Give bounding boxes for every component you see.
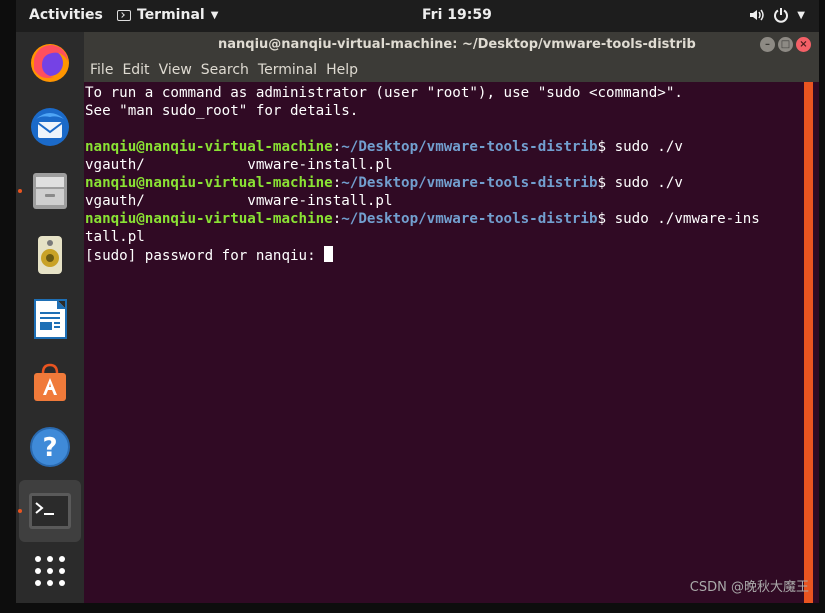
app-menu[interactable]: Terminal ▼ (117, 7, 218, 23)
prompt-command: $ sudo ./v (597, 175, 683, 191)
running-indicator (18, 189, 22, 193)
prompt-line: nanqiu@nanqiu-virtual-machine:~/Desktop/… (85, 174, 805, 192)
command-wrap-line: tall.pl (85, 229, 145, 245)
completion-line: vgauth/ vmware-install.pl (85, 157, 393, 173)
terminal-small-icon (117, 9, 131, 21)
dock-item-firefox[interactable] (26, 39, 74, 87)
volume-icon (750, 9, 765, 21)
dock: ? (16, 32, 84, 603)
system-menu[interactable]: ▼ (749, 7, 805, 23)
show-applications-icon (35, 556, 65, 586)
prompt-line: nanqiu@nanqiu-virtual-machine:~/Desktop/… (85, 210, 805, 228)
prompt-command: $ sudo ./vmware-ins (597, 211, 760, 227)
dock-item-terminal[interactable] (19, 480, 81, 542)
menu-bar: File Edit View Search Terminal Help (84, 58, 819, 82)
prompt-path: ~/Desktop/vmware-tools-distrib (341, 211, 598, 227)
menu-search[interactable]: Search (198, 62, 252, 78)
chevron-down-icon: ▼ (797, 9, 805, 21)
files-icon (33, 173, 67, 209)
dock-item-software[interactable] (26, 359, 74, 407)
prompt-separator: : (332, 175, 342, 191)
help-icon: ? (30, 427, 70, 467)
svg-text:?: ? (42, 433, 57, 463)
scrollbar[interactable] (804, 82, 813, 603)
password-prompt: [sudo] password for nanqiu: (85, 248, 325, 264)
completion-line: vgauth/ vmware-install.pl (85, 193, 393, 209)
text-cursor (324, 246, 334, 262)
power-icon (774, 8, 789, 23)
dock-item-writer[interactable] (26, 295, 74, 343)
dock-item-help[interactable]: ? (26, 423, 74, 471)
software-center-icon (34, 363, 66, 401)
close-button[interactable]: × (796, 37, 811, 52)
terminal-line: See "man sudo_root" for details. (85, 103, 359, 119)
terminal-window: nanqiu@nanqiu-virtual-machine: ~/Desktop… (84, 32, 819, 603)
prompt-user-host: nanqiu@nanqiu-virtual-machine (85, 175, 333, 191)
libreoffice-writer-icon (34, 299, 67, 339)
minimize-button[interactable]: – (760, 37, 775, 52)
password-line: [sudo] password for nanqiu: (85, 246, 805, 264)
desktop-screen: Activities Terminal ▼ Fri 19:59 ▼ ? nanq… (16, 0, 819, 603)
menu-edit[interactable]: Edit (119, 62, 152, 78)
dock-item-files[interactable] (26, 167, 74, 215)
thunderbird-icon (31, 108, 69, 146)
terminal-icon (29, 493, 71, 529)
clock[interactable]: Fri 19:59 (422, 7, 492, 23)
maximize-button[interactable]: □ (778, 37, 793, 52)
window-titlebar[interactable]: nanqiu@nanqiu-virtual-machine: ~/Desktop… (84, 32, 819, 58)
prompt-path: ~/Desktop/vmware-tools-distrib (341, 175, 598, 191)
prompt-user-host: nanqiu@nanqiu-virtual-machine (85, 211, 333, 227)
firefox-icon (31, 44, 69, 82)
prompt-user-host: nanqiu@nanqiu-virtual-machine (85, 139, 333, 155)
menu-file[interactable]: File (87, 62, 116, 78)
terminal-output[interactable]: To run a command as administrator (user … (84, 82, 805, 603)
menu-terminal[interactable]: Terminal (255, 62, 320, 78)
rhythmbox-icon (38, 236, 62, 274)
menu-help[interactable]: Help (323, 62, 361, 78)
prompt-separator: : (332, 211, 342, 227)
chevron-down-icon: ▼ (210, 9, 219, 21)
watermark: CSDN @晚秋大魔王 (689, 580, 809, 595)
dock-item-rhythmbox[interactable] (26, 231, 74, 279)
menu-view[interactable]: View (156, 62, 195, 78)
dock-item-thunderbird[interactable] (26, 103, 74, 151)
activities-button[interactable]: Activities (29, 7, 103, 23)
prompt-command: $ sudo ./v (597, 139, 683, 155)
window-title: nanqiu@nanqiu-virtual-machine: ~/Desktop… (218, 37, 696, 52)
terminal-line: To run a command as administrator (user … (85, 85, 683, 101)
app-menu-label: Terminal (137, 7, 205, 23)
prompt-path: ~/Desktop/vmware-tools-distrib (341, 139, 598, 155)
dock-item-show-applications[interactable] (26, 547, 74, 595)
window-controls: – □ × (760, 37, 811, 52)
prompt-line: nanqiu@nanqiu-virtual-machine:~/Desktop/… (85, 138, 805, 156)
top-bar: Activities Terminal ▼ Fri 19:59 ▼ (16, 0, 819, 32)
prompt-separator: : (332, 139, 342, 155)
running-indicator (18, 509, 22, 513)
